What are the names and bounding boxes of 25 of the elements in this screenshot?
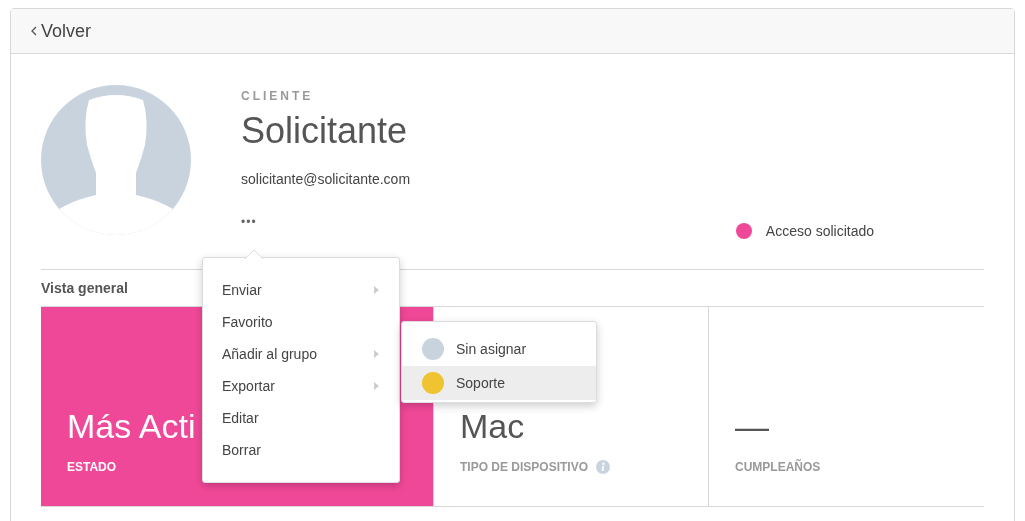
stat-label: CUMPLEAÑOS bbox=[735, 458, 821, 476]
menu-item[interactable]: Exportar bbox=[203, 370, 399, 402]
menu-item[interactable]: Enviar bbox=[203, 274, 399, 306]
back-link[interactable]: Volver bbox=[31, 17, 92, 45]
status-text: Acceso solicitado bbox=[765, 221, 874, 241]
stat-value: — bbox=[735, 406, 769, 446]
stat-label: ESTADO bbox=[67, 459, 117, 476]
group-option[interactable]: Soporte bbox=[402, 366, 596, 400]
menu-item[interactable]: Añadir al grupo bbox=[203, 338, 399, 370]
chevron-left-icon bbox=[31, 26, 37, 36]
stat-label: TIPO DE DISPOSITIVO bbox=[460, 459, 589, 476]
group-option[interactable]: Sin asignar bbox=[402, 332, 596, 366]
info-icon[interactable] bbox=[596, 460, 611, 474]
stat-value: Más Acti bbox=[67, 406, 196, 446]
customer-name: Solicitante bbox=[241, 111, 409, 151]
group-name: Sin asignar bbox=[456, 339, 527, 359]
group-name: Soporte bbox=[456, 373, 506, 393]
menu-item[interactable]: Editar bbox=[203, 402, 399, 434]
role-label: CLIENTE bbox=[241, 88, 315, 105]
section-title: Vista general bbox=[41, 278, 128, 298]
stat-value: Mac bbox=[460, 406, 525, 446]
more-button[interactable]: ••• bbox=[241, 216, 257, 228]
menu-item[interactable]: Favorito bbox=[203, 306, 399, 338]
menu-item[interactable]: Borrar bbox=[203, 434, 399, 466]
email-text: solicitante@solicitante.com bbox=[241, 170, 411, 189]
